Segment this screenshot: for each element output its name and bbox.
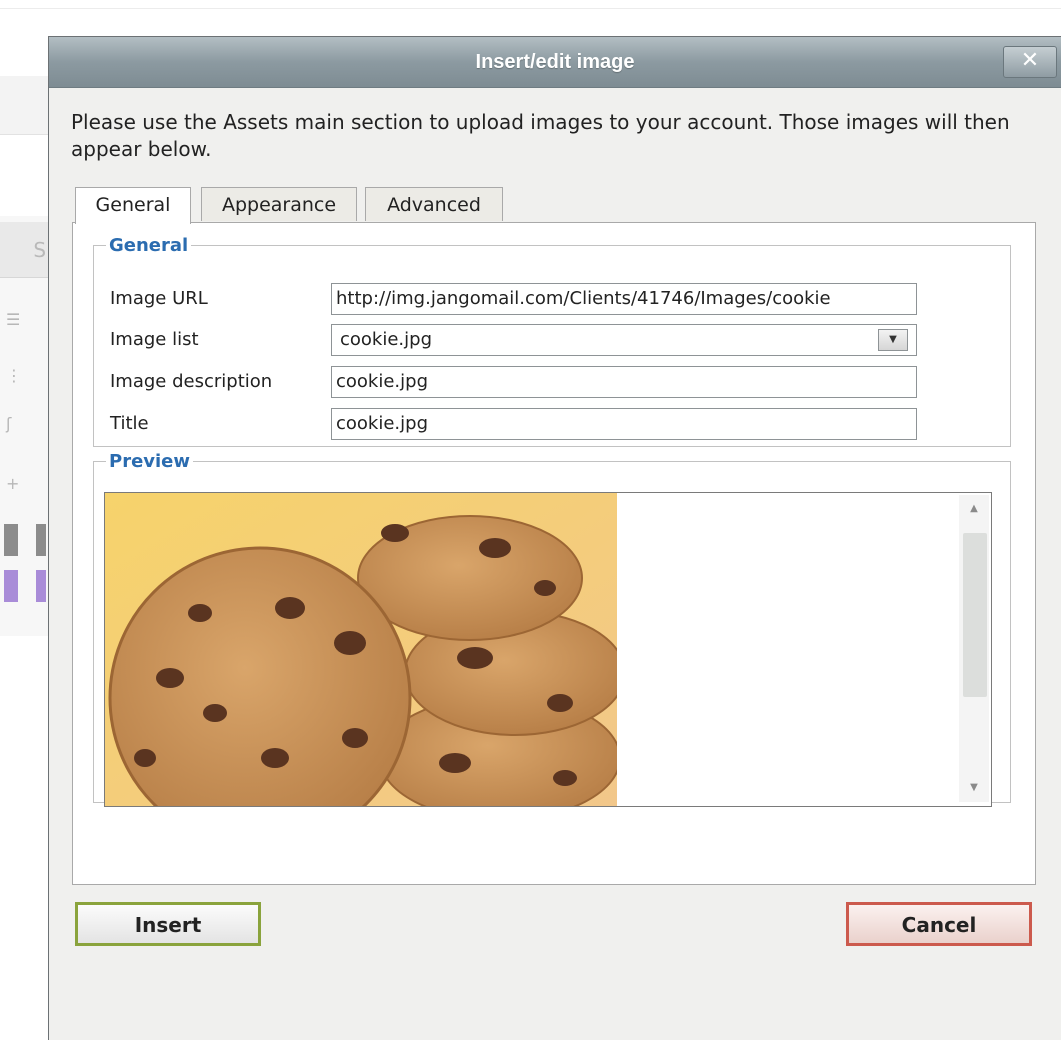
dialog-titlebar[interactable]: Insert/edit image ✕ <box>49 37 1061 88</box>
insert-button[interactable]: Insert <box>75 902 261 946</box>
image-description-input[interactable]: cookie.jpg <box>331 366 917 398</box>
close-button[interactable]: ✕ <box>1003 46 1057 78</box>
background-swatch-purple <box>4 570 18 602</box>
insert-image-dialog: Insert/edit image ✕ Please use the Asset… <box>48 36 1061 1040</box>
tab-general[interactable]: General <box>75 187 191 224</box>
image-list-select[interactable]: cookie.jpg ▼ <box>331 324 917 356</box>
image-list-label: Image list <box>110 329 199 350</box>
background-swatch-purple-2 <box>36 570 46 602</box>
tab-appearance[interactable]: Appearance <box>201 187 357 221</box>
preview-fieldset: Preview ▲ ▼ <box>93 451 1011 807</box>
plus-icon: + <box>6 474 20 493</box>
scroll-down-icon[interactable]: ▼ <box>961 776 987 800</box>
dialog-title: Insert/edit image <box>475 51 635 73</box>
background-swatch-gray <box>4 524 18 556</box>
background-swatch-gray-2 <box>36 524 46 556</box>
preview-legend: Preview <box>109 451 191 472</box>
intro-text: Please use the Assets main section to up… <box>71 110 1010 161</box>
list-icon: ☰ <box>6 310 21 329</box>
general-tab-panel: General Image URL http://img.jangomail.c… <box>72 222 1036 885</box>
general-fieldset: General Image URL http://img.jangomail.c… <box>93 235 1011 447</box>
scroll-up-icon[interactable]: ▲ <box>961 497 987 521</box>
scroll-thumb[interactable] <box>963 533 987 697</box>
preview-scrollbar[interactable]: ▲ ▼ <box>959 495 989 802</box>
title-label: Title <box>110 413 149 434</box>
close-icon: ✕ <box>1020 48 1040 73</box>
cancel-button[interactable]: Cancel <box>846 902 1032 946</box>
preview-frame: ▲ ▼ <box>104 492 992 807</box>
image-url-input[interactable]: http://img.jangomail.com/Clients/41746/I… <box>331 283 917 315</box>
cookie-image <box>105 493 617 806</box>
tab-advanced[interactable]: Advanced <box>365 187 503 221</box>
page-top-divider <box>0 8 1061 9</box>
image-url-label: Image URL <box>110 288 208 309</box>
chevron-down-icon[interactable]: ▼ <box>878 329 908 351</box>
general-legend: General <box>109 235 189 256</box>
image-description-label: Image description <box>110 371 273 392</box>
dropdown-icon: ⋮ <box>6 366 22 385</box>
title-input[interactable]: cookie.jpg <box>331 408 917 440</box>
brush-icon: ʃ <box>6 414 12 433</box>
image-list-value: cookie.jpg <box>340 329 432 350</box>
